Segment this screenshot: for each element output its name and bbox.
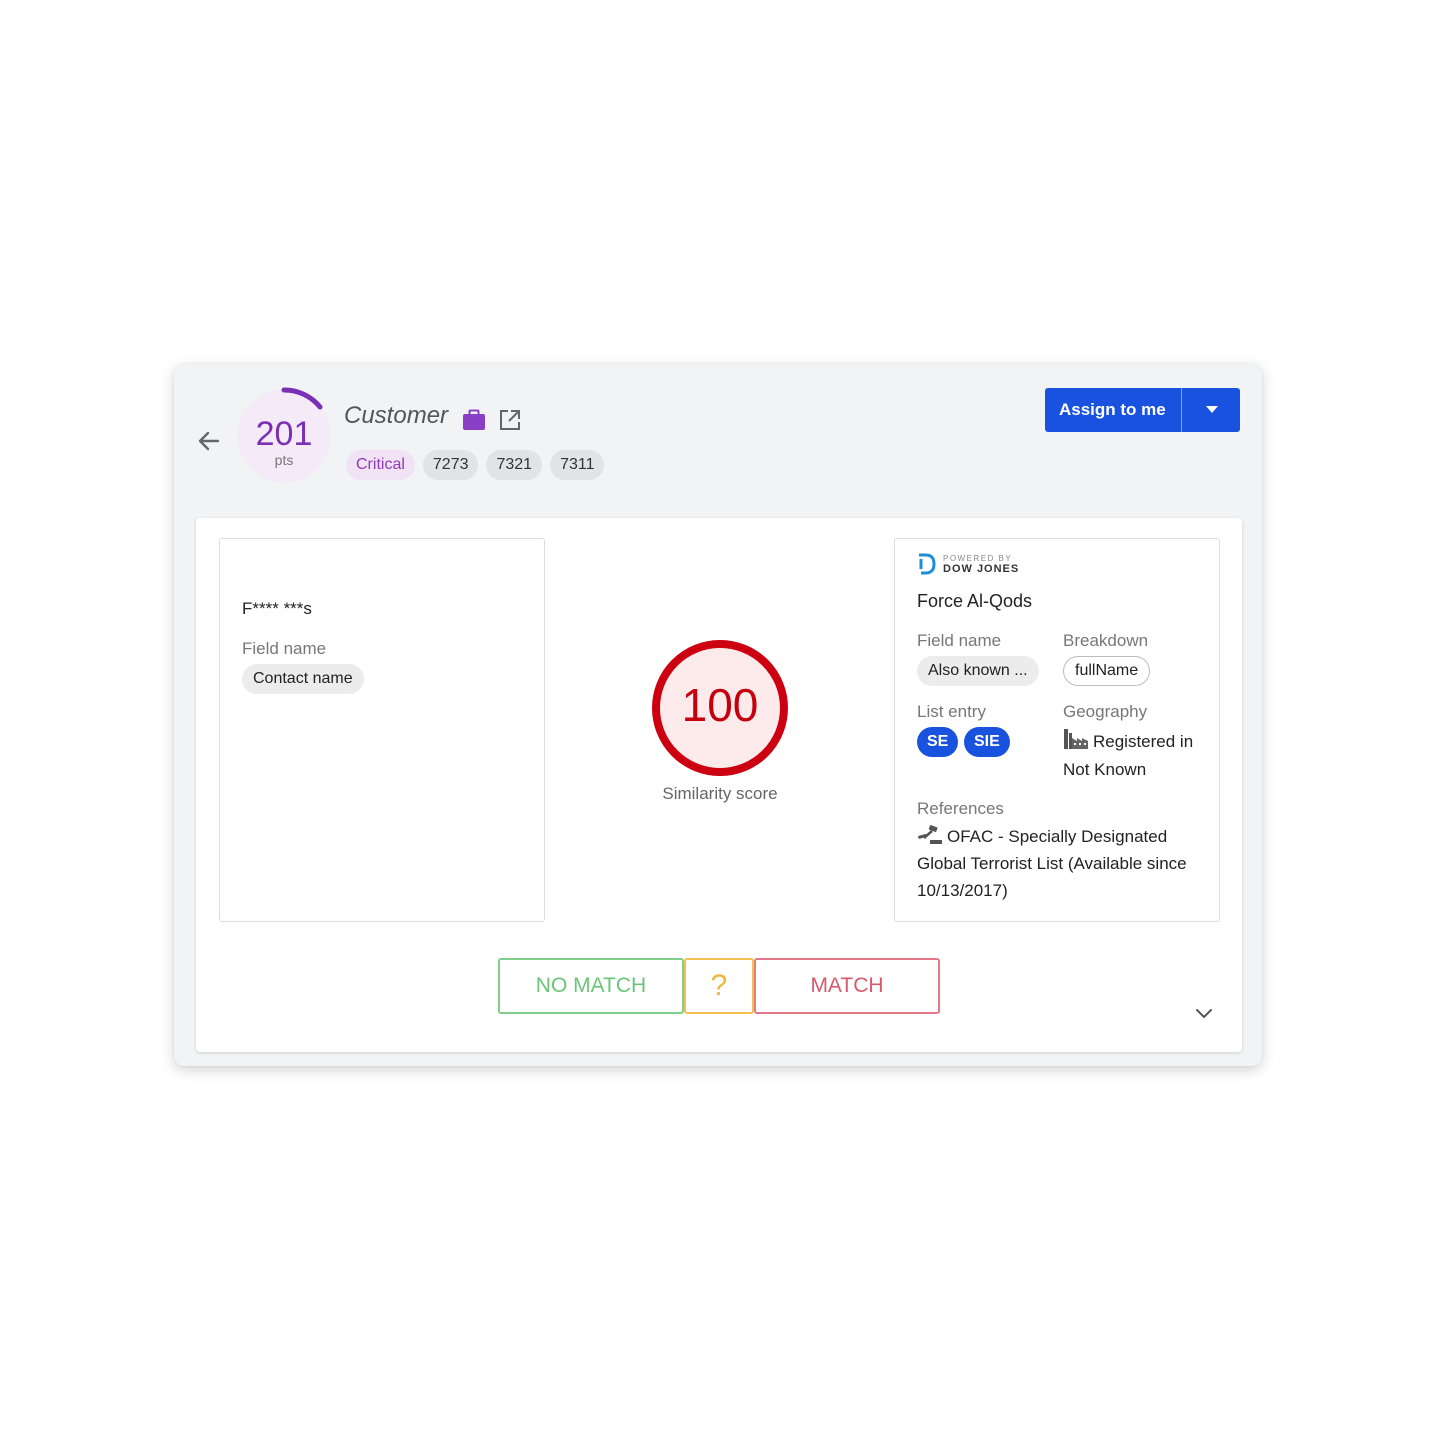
gavel-icon [918,825,942,844]
briefcase-icon [462,408,486,437]
customer-record-panel: F**** ***s Field name Contact name [219,538,545,922]
list-entry-chip-sie: SIE [964,727,1010,757]
references-label: References [917,799,1004,818]
assign-split-button: Assign to me [1045,388,1240,432]
factory-icon [1064,729,1088,749]
code-tag: 7311 [550,450,605,480]
geography-label: Geography [1063,702,1148,721]
powered-by-text: POWERED BY [943,554,1013,563]
severity-tag: Critical [346,450,415,480]
match-field-name-chip: Also known ... [917,656,1039,686]
match-button[interactable]: MATCH [754,958,940,1014]
code-tag: 7321 [486,450,543,480]
no-match-button[interactable]: NO MATCH [498,958,684,1014]
similarity-score-circle: 100 [652,640,788,776]
alert-card: 201 pts Customer Critical 7273 7321 7311… [174,364,1262,1066]
breakdown-label: Breakdown [1063,631,1149,650]
code-tag: 7273 [422,450,479,480]
risk-score-unit: pts [274,452,294,468]
risk-score-badge: 201 pts [234,386,334,486]
breakdown-chip: fullName [1063,656,1151,686]
back-arrow-icon[interactable] [194,426,224,456]
caret-down-icon [1205,406,1218,413]
list-entry-label: List entry [917,702,986,721]
provider-name: DOW JONES [943,563,1020,575]
references-value: OFAC - Specially Designated Global Terro… [917,823,1207,904]
risk-score-value: 201 [255,415,313,453]
list-entry-chip-se: SE [917,727,959,757]
alert-tags: Critical 7273 7321 7311 [346,450,605,480]
assign-to-me-button[interactable]: Assign to me [1045,388,1182,432]
chevron-down-icon[interactable] [1194,1006,1214,1025]
comparison-panel: F**** ***s Field name Contact name 100 S… [196,518,1242,1052]
field-name-label: Field name [242,639,327,658]
similarity-score-value: 100 [681,679,759,731]
watchlist-match-panel: POWERED BY DOW JONES Force Al-Qods Field… [894,538,1220,922]
entity-type-title: Customer [344,402,449,429]
match-entity-name: Force Al-Qods [917,591,1033,611]
decision-button-group: NO MATCH ? MATCH [498,958,940,1014]
match-field-name-label: Field name [917,631,1002,650]
customer-masked-name: F**** ***s [242,599,312,618]
field-name-chip: Contact name [242,664,364,694]
dow-jones-logo-icon [917,553,937,580]
external-link-icon[interactable] [498,408,522,437]
geography-value: Registered in Not Known [1063,727,1203,784]
unsure-button[interactable]: ? [684,958,754,1014]
assign-dropdown-button[interactable] [1182,388,1240,432]
similarity-score-label: Similarity score [662,784,778,803]
